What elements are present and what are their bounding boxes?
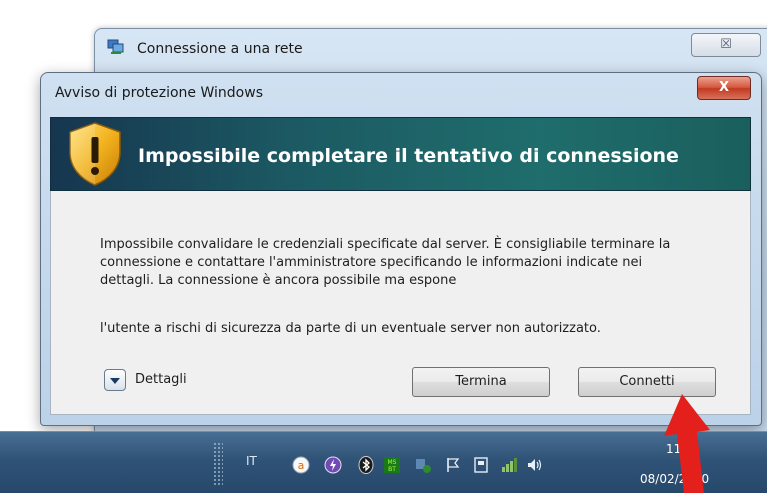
network-connection-title: Connessione a una rete (137, 41, 303, 57)
dialog-banner: Impossibile completare il tentativo di c… (50, 117, 751, 191)
antivirus-icon[interactable] (324, 456, 342, 474)
message-line-3: dettagli. La connessione è ancora possib… (100, 273, 457, 288)
connect-button[interactable]: Connetti (578, 367, 716, 397)
bluetooth-icon[interactable] (357, 456, 375, 474)
messenger-icon[interactable]: MS BT (383, 456, 401, 474)
network-icon[interactable] (500, 456, 518, 474)
dialog-close-button[interactable]: X (697, 76, 751, 100)
svg-text:a: a (298, 459, 305, 472)
message-line-1: Impossibile convalidare le credenziali s… (100, 237, 671, 252)
windows-security-dialog: Avviso di protezione Windows X Impossibi… (40, 72, 762, 426)
svg-text:MS: MS (388, 459, 397, 466)
network-connection-icon (107, 39, 124, 54)
network-connection-close-button[interactable]: ☒ (691, 33, 761, 57)
usb-device-icon[interactable] (472, 456, 490, 474)
terminate-button[interactable]: Termina (412, 367, 550, 397)
security-shield-icon[interactable] (414, 456, 432, 474)
svg-text:BT: BT (388, 466, 396, 473)
volume-icon[interactable] (526, 456, 544, 474)
avast-icon[interactable]: a (292, 456, 310, 474)
chevron-down-icon (110, 378, 120, 384)
dialog-heading: Impossibile completare il tentativo di c… (138, 145, 679, 167)
taskbar: IT a MS BT 11.3 08/02/2010 (0, 431, 767, 493)
details-toggle-button[interactable] (104, 369, 126, 391)
shield-warning-icon (69, 122, 121, 186)
details-label[interactable]: Dettagli (135, 372, 187, 387)
action-center-flag-icon[interactable] (444, 456, 462, 474)
dialog-content: Impossibile convalidare le credenziali s… (50, 191, 751, 415)
dialog-title: Avviso di protezione Windows (55, 85, 263, 101)
message-line-4: l'utente a rischi di sicurezza da parte … (100, 321, 601, 336)
red-arrow-annotation (664, 394, 710, 493)
network-connection-titlebar[interactable]: Connessione a una rete ☒ (95, 29, 767, 65)
language-indicator[interactable]: IT (246, 454, 257, 468)
message-line-2: connessione e contattare l'amministrator… (100, 255, 643, 270)
taskbar-grip[interactable] (213, 442, 223, 486)
